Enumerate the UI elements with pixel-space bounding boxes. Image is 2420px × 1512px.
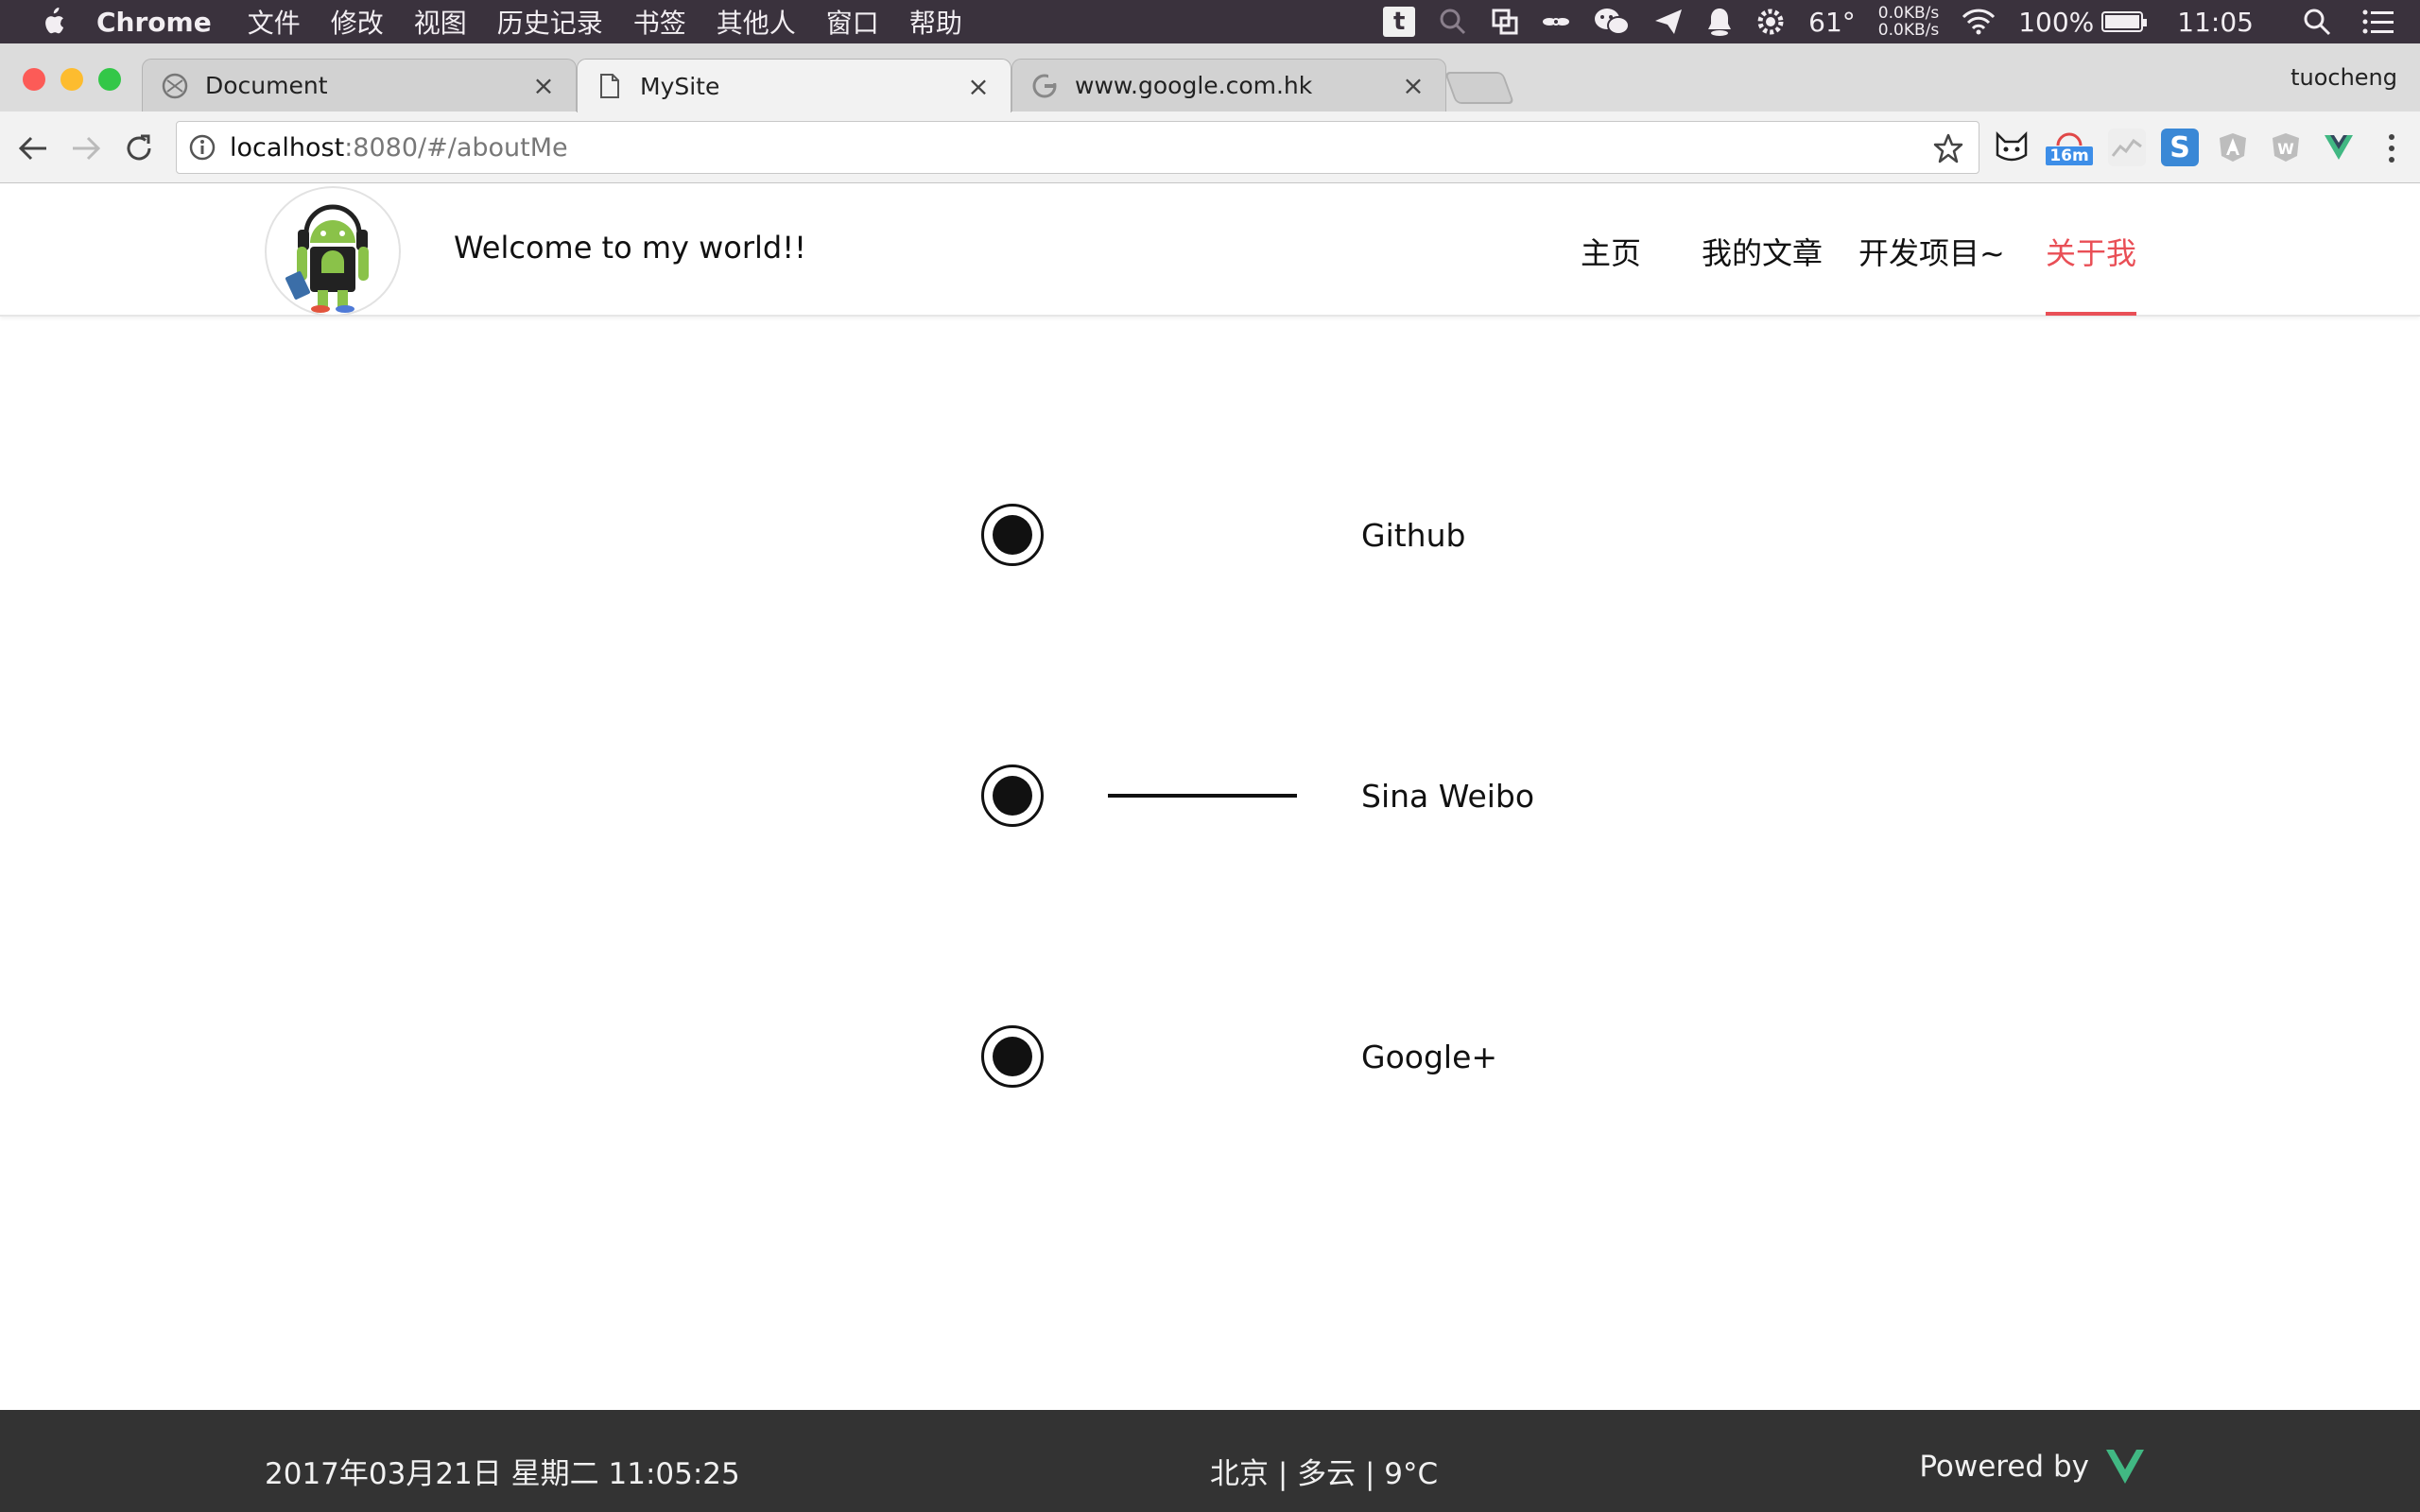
extensions-bar: 16m S W [1993, 129, 2373, 166]
gear-icon[interactable] [1755, 7, 1786, 37]
close-tab-icon[interactable]: × [965, 71, 992, 102]
powered-by-text: Powered by [1919, 1450, 2089, 1484]
w-extension-icon[interactable]: W [2267, 129, 2305, 166]
tab-title: MySite [640, 72, 720, 100]
window-app-icon[interactable] [1491, 8, 1519, 36]
forward-icon[interactable] [68, 130, 104, 166]
wechat-icon[interactable] [1593, 7, 1631, 37]
t-app-icon[interactable]: t [1383, 7, 1416, 37]
chart-extension-icon[interactable] [2108, 129, 2146, 166]
footer-datetime: 2017年03月21日 星期二 11:05:25 [265, 1457, 740, 1491]
vue-extension-icon[interactable] [2320, 129, 2358, 166]
link-label-weibo[interactable]: Sina Weibo [1361, 778, 1534, 815]
close-tab-icon[interactable]: × [530, 70, 557, 101]
menu-file[interactable]: 文件 [248, 3, 301, 41]
url-host: localhost [230, 132, 345, 163]
timer-badge: 16m [2046, 146, 2093, 165]
link-row-weibo[interactable]: Sina Weibo [0, 765, 2420, 840]
spotlight-search-icon[interactable] [2303, 8, 2331, 36]
send-icon[interactable] [1653, 8, 1684, 36]
net-up-text: 0.0KB/s [1877, 4, 1940, 23]
battery-icon[interactable] [2101, 11, 2148, 32]
battery-percent: 100% [2018, 6, 2095, 38]
nav-articles[interactable]: 我的文章 [1702, 230, 1823, 273]
net-down-text: 0.0KB/s [1877, 21, 1940, 40]
nav-projects[interactable]: 开发项目~ [1858, 230, 2005, 273]
nav-home[interactable]: 主页 [1581, 230, 1641, 273]
timer-extension-icon[interactable]: 16m [2046, 129, 2093, 166]
avatar[interactable] [265, 186, 401, 317]
network-speed: 0.0KB/s 0.0KB/s [1878, 5, 1939, 39]
link-label-googleplus[interactable]: Google+ [1361, 1039, 1497, 1075]
close-tab-icon[interactable]: × [1400, 70, 1426, 101]
notification-center-icon[interactable] [2361, 9, 2395, 35]
nav-about[interactable]: 关于我 [2046, 230, 2136, 273]
close-window-button[interactable] [23, 68, 45, 91]
url-path: :8080/#/aboutMe [344, 132, 568, 163]
macos-menu-bar: Chrome 文件 修改 视图 历史记录 书签 其他人 窗口 帮助 t 61° … [0, 0, 2420, 43]
link-label-github[interactable]: Github [1361, 517, 1465, 554]
angular-extension-icon[interactable] [2214, 129, 2252, 166]
site-footer: 2017年03月21日 星期二 11:05:25 北京 | 多云 | 9°C P… [0, 1410, 2420, 1512]
hover-connector-line [1108, 794, 1297, 798]
radio-dot-icon[interactable] [981, 765, 1044, 827]
address-bar[interactable]: localhost:8080/#/aboutMe [176, 121, 1979, 174]
temperature-text: 61° [1808, 6, 1856, 38]
menu-help[interactable]: 帮助 [909, 3, 962, 41]
radio-dot-icon[interactable] [981, 1025, 1044, 1088]
fan-app-icon[interactable] [1542, 12, 1570, 31]
clock-text[interactable]: 11:05 [2177, 7, 2254, 38]
bookmark-star-icon[interactable] [1933, 133, 1963, 163]
tab-title: www.google.com.hk [1075, 72, 1313, 99]
qq-icon[interactable] [1706, 7, 1733, 37]
site-header: Welcome to my world!! 主页 我的文章 开发项目~ 关于我 [0, 184, 2420, 317]
search-app-icon[interactable] [1438, 7, 1468, 37]
tab-google[interactable]: www.google.com.hk × [1011, 59, 1446, 112]
menu-app-name[interactable]: Chrome [96, 7, 212, 38]
menu-edit[interactable]: 修改 [331, 3, 384, 41]
android-robot-icon [285, 204, 369, 313]
radio-dot-icon[interactable] [981, 504, 1044, 566]
link-row-googleplus[interactable]: Google+ [0, 1025, 2420, 1101]
tab-document[interactable]: Document × [142, 59, 577, 112]
google-icon [1031, 73, 1058, 99]
status-area: t 61° 0.0KB/s 0.0KB/s 100% 11:05 [1360, 0, 2420, 43]
cat-extension-icon[interactable] [1993, 129, 2031, 166]
browser-toolbar: localhost:8080/#/aboutMe 16m S W [0, 112, 2420, 183]
globe-icon [162, 73, 188, 99]
page-icon [596, 73, 623, 99]
vue-logo-icon[interactable] [2104, 1448, 2146, 1486]
tab-mysite[interactable]: MySite × [577, 59, 1011, 112]
new-tab-button[interactable] [1443, 72, 1515, 104]
s-extension-icon[interactable]: S [2161, 129, 2199, 166]
minimize-window-button[interactable] [60, 68, 83, 91]
back-icon[interactable] [15, 130, 51, 166]
wifi-icon[interactable] [1962, 9, 1996, 35]
tab-title: Document [205, 72, 328, 99]
menu-bookmarks[interactable]: 书签 [633, 3, 686, 41]
link-row-github[interactable]: Github [0, 504, 2420, 579]
apple-icon[interactable] [38, 6, 66, 38]
svg-text:W: W [2277, 140, 2294, 158]
menu-people[interactable]: 其他人 [717, 3, 796, 41]
window-controls [23, 68, 136, 91]
menu-window[interactable]: 窗口 [826, 3, 879, 41]
tab-strip: Document × MySite × www.google.com.hk × … [0, 43, 2420, 112]
active-nav-indicator [2046, 312, 2136, 316]
zoom-window-button[interactable] [98, 68, 121, 91]
menu-view[interactable]: 视图 [414, 3, 467, 41]
menu-history[interactable]: 历史记录 [497, 3, 603, 41]
reload-icon[interactable] [121, 130, 157, 166]
profile-name[interactable]: tuocheng [2290, 64, 2397, 91]
welcome-text: Welcome to my world!! [454, 230, 806, 266]
battery-level-fill [2105, 15, 2140, 28]
footer-weather: 北京 | 多云 | 9°C [1210, 1457, 1439, 1491]
info-icon[interactable] [188, 133, 216, 162]
more-menu-icon[interactable] [2386, 132, 2397, 164]
